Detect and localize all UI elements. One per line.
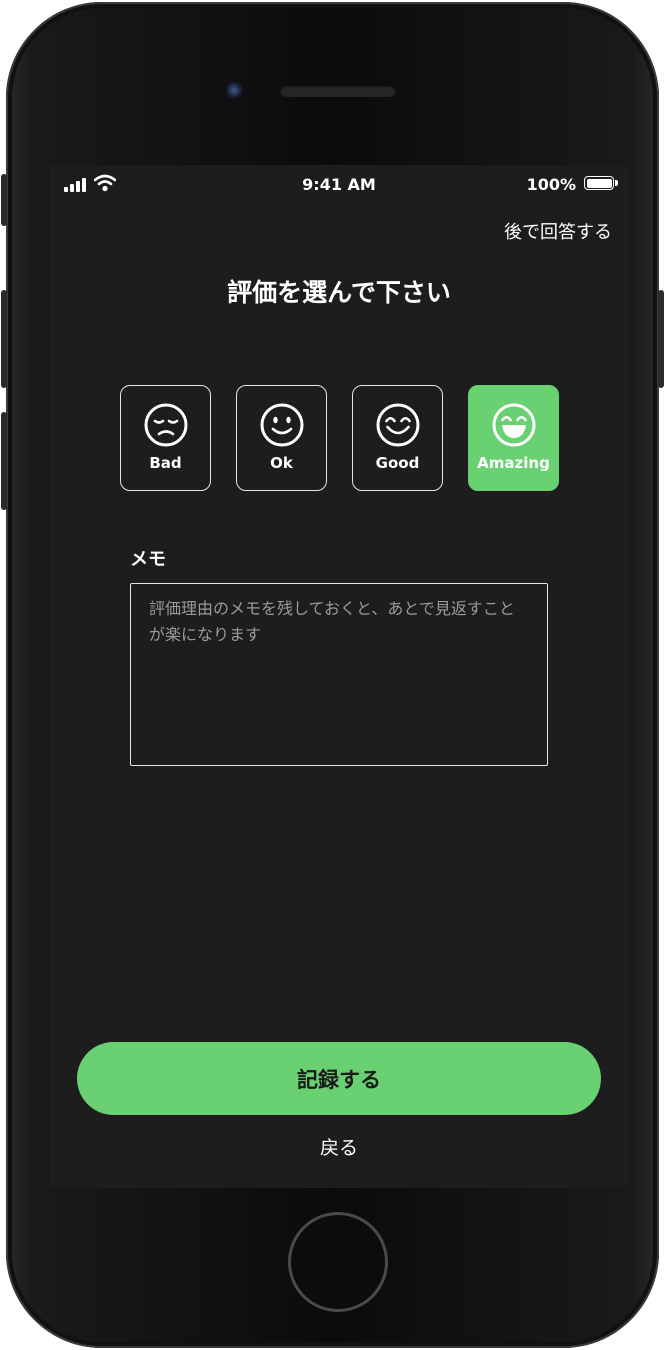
battery-percentage: 100%: [526, 175, 576, 194]
side-button-volume-up: [1, 290, 7, 388]
status-bar: 9:41 AM 100%: [50, 165, 628, 205]
battery-tip: [615, 180, 618, 186]
rating-good-button[interactable]: Good: [352, 385, 443, 491]
rating-label: Good: [375, 454, 420, 472]
side-button-power: [658, 290, 664, 388]
front-camera: [226, 82, 244, 100]
answer-later-link[interactable]: 後で回答する: [504, 218, 612, 244]
battery-icon: [584, 176, 614, 190]
earpiece-speaker: [280, 85, 396, 97]
side-button-silent: [1, 174, 7, 226]
happy-face-icon: [376, 403, 419, 447]
rating-ok-button[interactable]: Ok: [236, 385, 327, 491]
memo-label: メモ: [130, 549, 166, 570]
sad-face-icon: [144, 403, 187, 447]
rating-label: Bad: [149, 454, 182, 472]
home-button[interactable]: [288, 1212, 388, 1312]
rating-label: Ok: [270, 454, 293, 472]
page-title: 評価を選んで下さい: [227, 278, 451, 307]
side-button-volume-down: [1, 412, 7, 510]
neutral-smile-icon: [260, 403, 303, 447]
phone-frame: 9:41 AM 100% 後で回答する 評価を選んで下さい Bad Ok Goo…: [1, 2, 664, 1348]
rating-options: Bad Ok Good Amazing: [120, 385, 559, 491]
rating-bad-button[interactable]: Bad: [120, 385, 211, 491]
back-link[interactable]: 戻る: [50, 1133, 628, 1160]
record-button[interactable]: 記録する: [77, 1042, 601, 1115]
rating-label: Amazing: [477, 454, 550, 472]
memo-textarea[interactable]: [130, 583, 548, 766]
app-screen: 9:41 AM 100% 後で回答する 評価を選んで下さい Bad Ok Goo…: [50, 165, 628, 1188]
rating-amazing-button[interactable]: Amazing: [468, 385, 559, 491]
grin-face-icon: [492, 403, 535, 447]
